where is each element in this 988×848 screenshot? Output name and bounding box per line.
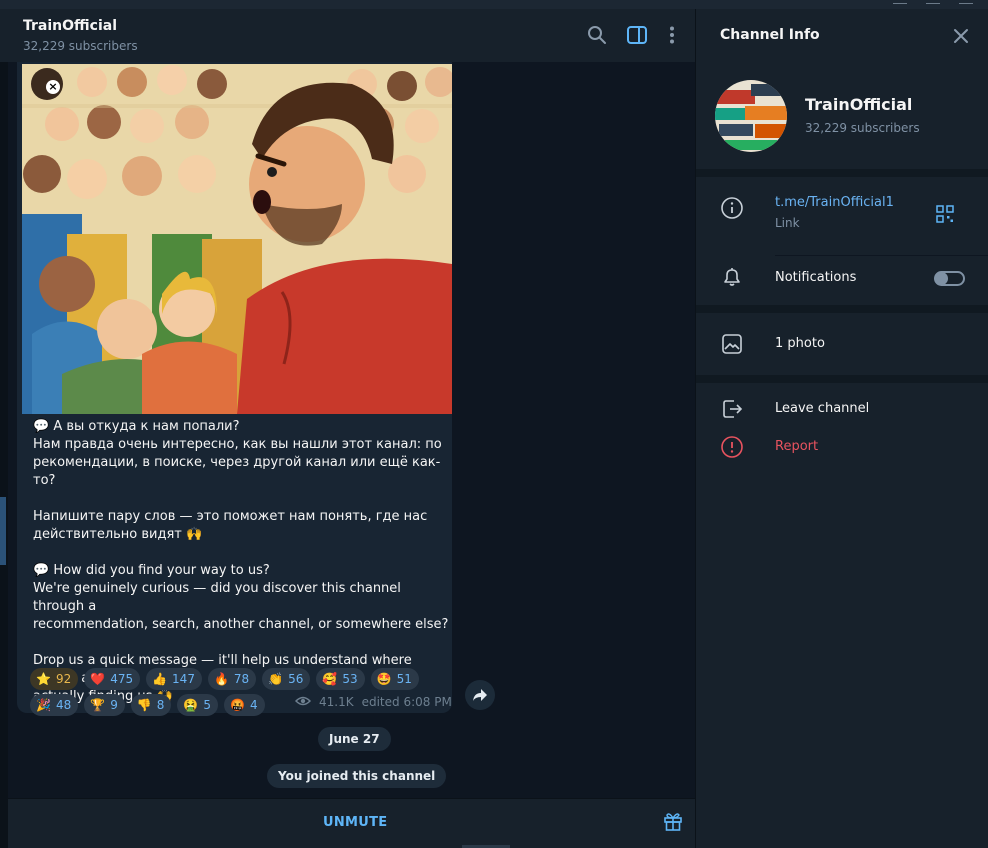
reaction-count: 92 bbox=[55, 672, 72, 686]
reaction-count: 51 bbox=[396, 672, 412, 686]
row-divider bbox=[775, 255, 988, 256]
reaction-emoji: 👏 bbox=[268, 672, 284, 686]
channel-subscribers: 32,229 subscribers bbox=[805, 121, 920, 135]
channel-avatar[interactable] bbox=[715, 80, 787, 152]
close-icon[interactable]: × bbox=[46, 80, 60, 94]
reaction-emoji: ⭐ bbox=[36, 672, 51, 686]
reaction-chip[interactable]: ❤️ 475 bbox=[84, 668, 141, 690]
section-divider bbox=[696, 375, 988, 383]
reaction-count: 8 bbox=[156, 698, 165, 712]
qr-code-icon[interactable] bbox=[936, 205, 954, 223]
toggle-knob bbox=[935, 272, 948, 285]
reaction-emoji: 🤬 bbox=[230, 698, 245, 712]
panel-title: Channel Info bbox=[720, 27, 820, 43]
reaction-emoji: 👎 bbox=[136, 698, 152, 712]
reaction-count: 4 bbox=[249, 698, 258, 712]
notifications-label[interactable]: Notifications bbox=[775, 270, 856, 285]
chat-subscribers: 32,229 subscribers bbox=[23, 39, 138, 53]
bottom-bar: UNMUTE bbox=[8, 798, 695, 848]
text-ru-ask: Напишите пару слов — это поможет нам пон… bbox=[33, 509, 428, 542]
reaction-chip[interactable]: 🥰 53 bbox=[316, 668, 365, 690]
report-icon bbox=[720, 435, 744, 459]
search-icon[interactable] bbox=[585, 23, 609, 47]
reaction-emoji: 👍 bbox=[152, 672, 168, 686]
service-message: You joined this channel bbox=[267, 764, 447, 788]
window-titlebar bbox=[0, 0, 988, 9]
unmute-button[interactable]: UNMUTE bbox=[323, 815, 387, 830]
date-pill: June 27 bbox=[318, 727, 391, 751]
channel-link[interactable]: t.me/TrainOfficial1 bbox=[775, 195, 894, 210]
reaction-emoji: 🥰 bbox=[322, 672, 338, 686]
text-en-body: We're genuinely curious — did you discov… bbox=[33, 581, 449, 632]
reaction-emoji: 🏆 bbox=[90, 698, 106, 712]
reaction-chip[interactable]: 👏 56 bbox=[262, 668, 311, 690]
message-photo[interactable]: × bbox=[22, 64, 452, 414]
reaction-count: 56 bbox=[288, 672, 304, 686]
photo-icon bbox=[720, 332, 744, 356]
reaction-emoji: 🔥 bbox=[213, 672, 229, 686]
reaction-chip[interactable]: 🏆 9 bbox=[84, 694, 125, 716]
reaction-chip[interactable]: ⭐ 92 bbox=[30, 668, 79, 690]
edited-time: edited 6:08 PM bbox=[361, 695, 452, 709]
window-close-button[interactable] bbox=[959, 0, 973, 4]
link-label: Link bbox=[775, 216, 800, 230]
reaction-count: 475 bbox=[110, 672, 134, 686]
reaction-chip[interactable]: 🎉 48 bbox=[30, 694, 79, 716]
reaction-emoji: 🤮 bbox=[183, 698, 199, 712]
maximize-button[interactable] bbox=[926, 0, 940, 4]
channel-name: TrainOfficial bbox=[805, 95, 913, 114]
channel-info-panel: Channel Info TrainOfficial 32,229 subscr… bbox=[696, 9, 988, 848]
reaction-count: 48 bbox=[55, 698, 72, 712]
message-meta: 41.1K edited 6:08 PM bbox=[294, 695, 452, 709]
reaction-count: 53 bbox=[342, 672, 358, 686]
minimize-button[interactable] bbox=[893, 0, 907, 4]
reaction-chip[interactable]: 🤬 4 bbox=[224, 694, 265, 716]
reaction-emoji: 🎉 bbox=[36, 698, 51, 712]
report-button[interactable]: Report bbox=[775, 439, 818, 454]
info-icon bbox=[720, 196, 744, 220]
more-vertical-icon[interactable] bbox=[660, 23, 684, 47]
notifications-toggle[interactable] bbox=[934, 271, 965, 286]
text-ru-question: 💬 А вы откуда к нам попали? bbox=[33, 419, 240, 434]
text-en-question: 💬 How did you find your way to us? bbox=[33, 563, 270, 578]
reaction-count: 78 bbox=[233, 672, 250, 686]
reaction-count: 9 bbox=[110, 698, 118, 712]
message-text: 💬 А вы откуда к нам попали? Нам правда о… bbox=[33, 418, 453, 706]
reaction-chip[interactable]: 🔥 78 bbox=[207, 668, 257, 690]
sidebar-toggle-icon[interactable] bbox=[625, 23, 649, 47]
chat-pane: TrainOfficial 32,229 subscribers × 💬 А в… bbox=[0, 9, 695, 848]
close-icon[interactable] bbox=[950, 25, 972, 47]
reactions-row-1: ⭐ 92 ❤️ 475 👍 147 🔥 78 👏 56 🥰 53 🤩 51 bbox=[30, 668, 450, 690]
reaction-emoji: ❤️ bbox=[90, 672, 106, 686]
section-divider bbox=[696, 305, 988, 313]
section-divider bbox=[696, 169, 988, 177]
gift-icon[interactable] bbox=[663, 811, 685, 833]
bell-icon bbox=[720, 265, 744, 289]
chat-left-edge bbox=[0, 62, 8, 848]
reaction-chip[interactable]: 🤩 51 bbox=[370, 668, 419, 690]
reaction-emoji: 🤩 bbox=[376, 672, 392, 686]
eye-icon bbox=[294, 695, 312, 709]
photos-count[interactable]: 1 photo bbox=[775, 336, 825, 351]
chat-title[interactable]: TrainOfficial bbox=[23, 18, 117, 34]
text-ru-body: Нам правда очень интересно, как вы нашли… bbox=[33, 437, 442, 488]
reaction-count: 5 bbox=[203, 698, 212, 712]
chat-header[interactable]: TrainOfficial 32,229 subscribers bbox=[0, 9, 695, 62]
reaction-count: 147 bbox=[172, 672, 195, 686]
reaction-chip[interactable]: 🤮 5 bbox=[177, 694, 219, 716]
view-count: 41.1K bbox=[319, 695, 354, 709]
scroll-indicator[interactable] bbox=[0, 497, 6, 565]
reaction-chip[interactable]: 👎 8 bbox=[130, 694, 172, 716]
share-icon[interactable] bbox=[465, 680, 495, 710]
message-bubble[interactable]: × 💬 А вы откуда к нам попали? Нам правда… bbox=[17, 62, 453, 716]
leave-channel-button[interactable]: Leave channel bbox=[775, 401, 869, 416]
reaction-chip[interactable]: 👍 147 bbox=[146, 668, 202, 690]
leave-icon bbox=[720, 397, 744, 421]
